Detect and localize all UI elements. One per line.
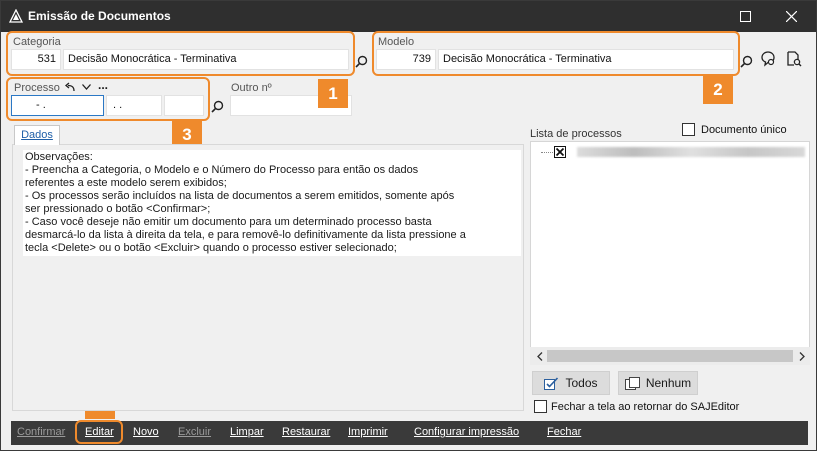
observation-line: - Os processos serão incluídos na lista … bbox=[25, 190, 455, 202]
bottom-toolbar bbox=[11, 421, 808, 445]
process-list[interactable] bbox=[530, 141, 810, 365]
tree-connector bbox=[541, 152, 555, 153]
observation-line: desmarcá-lo da lista à direita da tela, … bbox=[25, 229, 466, 241]
outro-numero-label: Outro nº bbox=[231, 82, 272, 94]
observation-line: - Preencha a Categoria, o Modelo e o Núm… bbox=[25, 164, 419, 176]
info-search-icon bbox=[761, 51, 775, 67]
fechar-button[interactable]: Fechar bbox=[547, 426, 581, 438]
todos-button[interactable]: Todos bbox=[532, 371, 610, 395]
process-checkbox[interactable] bbox=[554, 146, 566, 158]
window-title: Emissão de Documentos bbox=[28, 9, 171, 23]
documento-unico-checkbox[interactable] bbox=[682, 123, 695, 136]
confirmar-button[interactable]: Confirmar bbox=[17, 426, 65, 438]
document-search-icon bbox=[787, 51, 802, 67]
modelo-info-button[interactable] bbox=[759, 50, 777, 68]
restaurar-button[interactable]: Restaurar bbox=[282, 426, 330, 438]
observations-text: Observações: - Preencha a Categoria, o M… bbox=[23, 150, 521, 256]
fechar-tela-checkbox[interactable] bbox=[534, 400, 547, 413]
observation-line: tecla <Delete> ou o botão <Excluir> quan… bbox=[25, 242, 397, 254]
checkmark-x-icon bbox=[555, 147, 565, 157]
novo-button[interactable]: Novo bbox=[133, 426, 159, 438]
lista-processos-label: Lista de processos bbox=[530, 128, 622, 140]
close-button[interactable] bbox=[769, 1, 813, 32]
observation-line: referentes a este modelo serem exibidos; bbox=[25, 177, 227, 189]
title-bar: Emissão de Documentos bbox=[1, 1, 816, 32]
document-issuance-window: Emissão de Documentos Categoria 531 Deci… bbox=[0, 0, 817, 451]
observation-line: Observações: bbox=[25, 151, 93, 163]
observation-line: ser pressionado o botão <Confirmar>; bbox=[25, 203, 211, 215]
chevron-right-icon bbox=[799, 351, 805, 361]
close-icon bbox=[785, 11, 797, 22]
modelo-preview-button[interactable] bbox=[785, 50, 803, 68]
callout-frame-1 bbox=[6, 31, 355, 76]
callout-frame-4 bbox=[75, 420, 123, 444]
callout-badge-1: 1 bbox=[318, 79, 348, 108]
observation-line: - Caso você deseje não emitir um documen… bbox=[25, 216, 432, 228]
scroll-right-button[interactable] bbox=[793, 347, 811, 365]
imprimir-button[interactable]: Imprimir bbox=[348, 426, 388, 438]
search-icon bbox=[354, 55, 367, 68]
documento-unico-label: Documento único bbox=[701, 124, 787, 136]
tab-dados[interactable]: Dados bbox=[14, 125, 60, 145]
processo-search-button[interactable] bbox=[208, 97, 226, 115]
callout-badge-2: 2 bbox=[703, 75, 733, 104]
search-icon bbox=[739, 55, 752, 68]
search-icon bbox=[210, 100, 223, 113]
callout-frame-2 bbox=[372, 31, 740, 76]
check-all-icon bbox=[544, 376, 559, 390]
maximize-icon bbox=[739, 11, 751, 22]
maximize-button[interactable] bbox=[723, 1, 767, 32]
app-icon bbox=[9, 9, 23, 23]
configurar-impressao-button[interactable]: Configurar impressão bbox=[414, 426, 519, 438]
chevron-left-icon bbox=[537, 351, 543, 361]
nenhum-label: Nenhum bbox=[645, 376, 692, 390]
callout-frame-3 bbox=[6, 77, 210, 121]
limpar-button[interactable]: Limpar bbox=[230, 426, 264, 438]
excluir-button[interactable]: Excluir bbox=[178, 426, 211, 438]
process-list-item-blurred[interactable] bbox=[577, 147, 805, 157]
todos-label: Todos bbox=[565, 376, 598, 390]
fechar-tela-label: Fechar a tela ao retornar do SAJEditor bbox=[551, 401, 740, 413]
uncheck-all-icon bbox=[624, 376, 640, 390]
nenhum-button[interactable]: Nenhum bbox=[618, 371, 698, 395]
scrollbar-thumb[interactable] bbox=[547, 350, 793, 362]
